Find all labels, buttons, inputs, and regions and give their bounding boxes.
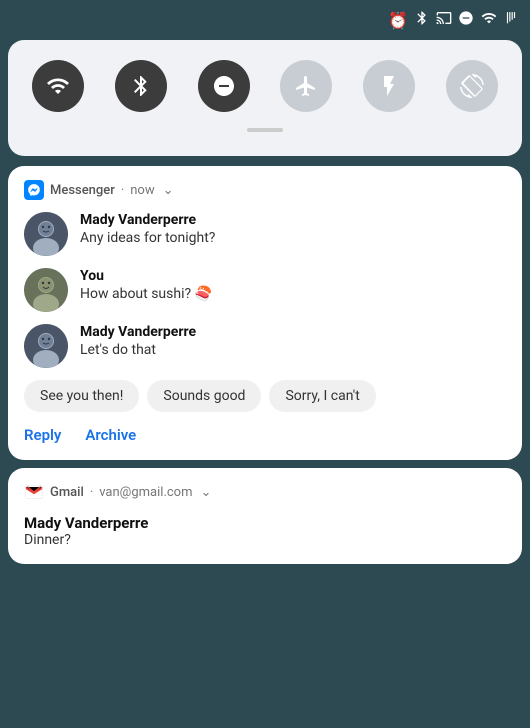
- avatar-mady-2: [24, 324, 68, 368]
- gmail-notification: Gmail · van@gmail.com ⌄ Mady Vanderperre…: [8, 468, 522, 564]
- msg-sender-you: You: [80, 268, 506, 284]
- gmail-subject: Dinner?: [24, 532, 506, 548]
- messenger-notification: Messenger · now ⌄ Mady Vanderpe: [8, 166, 522, 460]
- status-bar: ⏰: [0, 0, 530, 40]
- quick-icons-row: [32, 60, 498, 112]
- notif-header-messenger: Messenger · now ⌄: [24, 180, 506, 200]
- avatar-mady: [24, 212, 68, 256]
- dnd-status-icon: [458, 10, 474, 30]
- quick-reply-sorry[interactable]: Sorry, I can't: [269, 380, 375, 412]
- bluetooth-status-icon: [414, 10, 430, 30]
- messenger-time: ·: [121, 183, 124, 198]
- message-row-mady-2: Mady Vanderperre Let's do that: [24, 324, 506, 368]
- msg-content-you: You How about sushi? 🍣: [80, 268, 506, 302]
- cast-icon: [436, 10, 452, 30]
- airplane-toggle[interactable]: [280, 60, 332, 112]
- notif-actions-messenger: Reply Archive: [24, 426, 506, 444]
- wifi-status-icon: [480, 10, 498, 30]
- message-row-mady-1: Mady Vanderperre Any ideas for tonight?: [24, 212, 506, 256]
- signal-icon: [504, 10, 518, 30]
- msg-text-mady-1: Any ideas for tonight?: [80, 230, 506, 246]
- notifications-area: Messenger · now ⌄ Mady Vanderpe: [8, 166, 522, 564]
- flashlight-toggle[interactable]: [363, 60, 415, 112]
- dnd-toggle[interactable]: [198, 60, 250, 112]
- msg-sender-mady-2: Mady Vanderperre: [80, 324, 506, 340]
- quick-settings-panel: [8, 40, 522, 156]
- gmail-app-name: Gmail: [50, 485, 84, 500]
- quick-reply-sounds-good[interactable]: Sounds good: [147, 380, 261, 412]
- gmail-expand-icon[interactable]: ⌄: [201, 485, 212, 500]
- msg-sender-mady-1: Mady Vanderperre: [80, 212, 506, 228]
- rotate-toggle[interactable]: [446, 60, 498, 112]
- msg-text-mady-2: Let's do that: [80, 342, 506, 358]
- gmail-sender: Mady Vanderperre: [24, 514, 506, 532]
- alarm-icon: ⏰: [388, 11, 408, 30]
- avatar-you: [24, 268, 68, 312]
- gmail-separator: ·: [90, 485, 93, 500]
- messenger-app-name: Messenger: [50, 183, 115, 198]
- gmail-app-icon: [24, 482, 44, 502]
- notif-header-gmail: Gmail · van@gmail.com ⌄: [24, 482, 506, 502]
- messenger-app-icon: [24, 180, 44, 200]
- quick-replies: See you then! Sounds good Sorry, I can't: [24, 380, 506, 412]
- message-row-you: You How about sushi? 🍣: [24, 268, 506, 312]
- gmail-account: van@gmail.com: [99, 485, 192, 500]
- expand-icon[interactable]: ⌄: [163, 183, 174, 198]
- quick-reply-see-you[interactable]: See you then!: [24, 380, 139, 412]
- reply-button[interactable]: Reply: [24, 426, 61, 444]
- msg-content-mady-2: Mady Vanderperre Let's do that: [80, 324, 506, 358]
- msg-content-mady-1: Mady Vanderperre Any ideas for tonight?: [80, 212, 506, 246]
- msg-text-you: How about sushi? 🍣: [80, 286, 506, 302]
- archive-button[interactable]: Archive: [85, 426, 136, 444]
- wifi-toggle[interactable]: [32, 60, 84, 112]
- drag-handle[interactable]: [247, 128, 283, 132]
- bluetooth-toggle[interactable]: [115, 60, 167, 112]
- messenger-timestamp: now: [130, 183, 154, 198]
